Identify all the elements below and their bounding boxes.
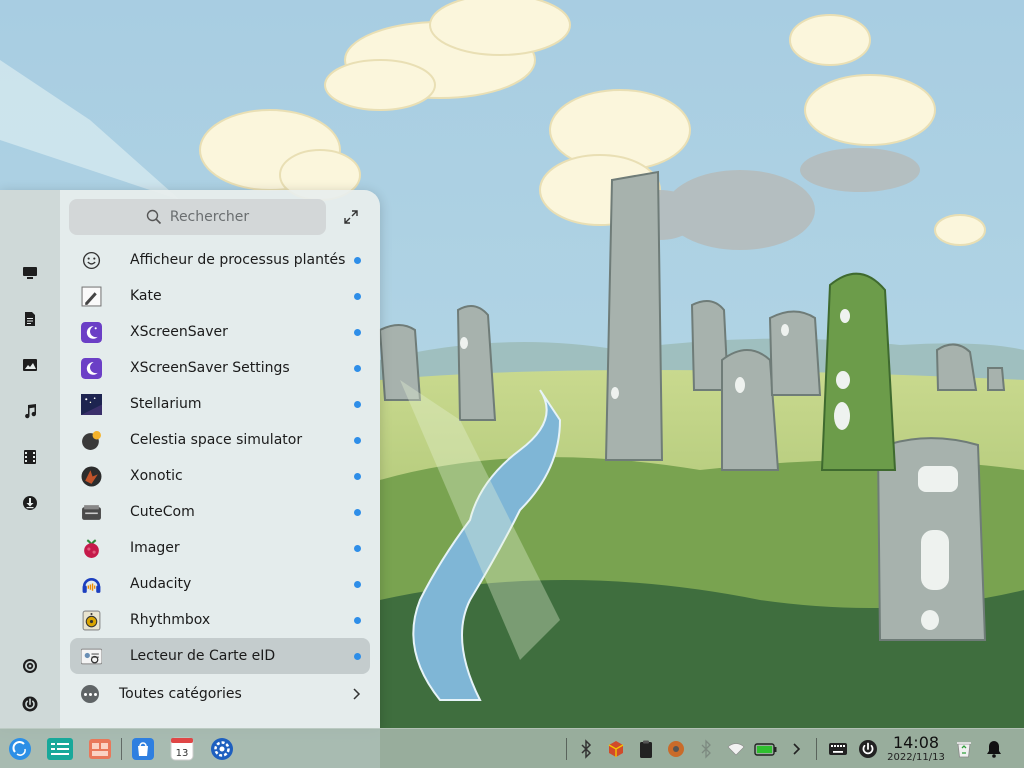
new-app-indicator (354, 365, 361, 372)
app-launcher-panel: Rechercher Afficheur de processus planté… (0, 190, 380, 728)
app-item-lecteur-carte-eid[interactable]: Lecteur de Carte eID (70, 638, 370, 674)
bluetooth-off-icon[interactable] (696, 739, 716, 759)
wifi-icon[interactable] (726, 739, 746, 759)
xscreensaver-settings-icon (81, 358, 102, 379)
computer-icon[interactable] (18, 261, 42, 285)
new-app-indicator (354, 473, 361, 480)
kate-editor-icon (81, 286, 102, 307)
downloads-icon[interactable] (18, 491, 42, 515)
trash-icon[interactable] (954, 739, 974, 759)
music-icon[interactable] (18, 399, 42, 423)
multitasking-view-icon[interactable] (47, 737, 73, 761)
launcher-sidebar (0, 190, 60, 728)
app-item-afficheur-processus-plantes[interactable]: Afficheur de processus plantés (70, 242, 370, 278)
new-app-indicator (354, 509, 361, 516)
file-manager-icon[interactable] (88, 737, 112, 761)
app-name: XScreenSaver Settings (130, 360, 290, 376)
app-item-stellarium[interactable]: Stellarium (70, 386, 370, 422)
app-name: Kate (130, 288, 162, 304)
pictures-icon[interactable] (18, 353, 42, 377)
cutecom-icon (81, 502, 102, 523)
app-item-audacity[interactable]: Audacity (70, 566, 370, 602)
raspberry-pi-imager-icon (81, 538, 102, 559)
drive-icon[interactable] (666, 739, 686, 759)
rhythmbox-icon (81, 610, 102, 631)
app-item-xonotic[interactable]: Xonotic (70, 458, 370, 494)
search-input[interactable]: Rechercher (69, 199, 326, 235)
all-categories-button[interactable]: Toutes catégories (70, 678, 370, 710)
app-item-xscreensaver[interactable]: XScreenSaver (70, 314, 370, 350)
clock[interactable]: 14:08 2022/11/13 (882, 734, 950, 764)
app-name: Afficheur de processus plantés (130, 252, 346, 268)
app-name: Audacity (130, 576, 192, 592)
stellarium-icon (81, 394, 102, 415)
more-dots-icon (81, 685, 99, 703)
new-app-indicator (354, 257, 361, 264)
new-app-indicator (354, 293, 361, 300)
new-app-indicator (354, 581, 361, 588)
documents-icon[interactable] (18, 307, 42, 331)
taskbar-separator (566, 738, 567, 760)
new-app-indicator (354, 545, 361, 552)
clipboard-icon[interactable] (636, 739, 656, 759)
expand-tray-icon[interactable] (786, 739, 806, 759)
all-categories-label: Toutes catégories (119, 686, 242, 702)
app-item-kate[interactable]: Kate (70, 278, 370, 314)
chevron-right-icon (353, 688, 361, 700)
app-store-icon[interactable] (131, 737, 155, 761)
calendar-day: 13 (176, 748, 189, 759)
celestia-icon (81, 430, 102, 451)
app-name: Imager (130, 540, 180, 556)
new-app-indicator (354, 653, 361, 660)
deepin-launcher-icon[interactable] (8, 737, 32, 761)
videos-icon[interactable] (18, 445, 42, 469)
xscreensaver-icon (81, 322, 102, 343)
xonotic-icon (81, 466, 102, 487)
taskbar: 13 14:08 2022/11/13 (0, 728, 1024, 768)
fullscreen-expand-icon[interactable] (342, 208, 360, 226)
keyboard-icon[interactable] (828, 739, 848, 759)
app-item-celestia[interactable]: Celestia space simulator (70, 422, 370, 458)
app-item-cutecom[interactable]: CuteCom (70, 494, 370, 530)
app-name: Xonotic (130, 468, 183, 484)
notification-bell-icon[interactable] (984, 739, 1004, 759)
clock-date: 2022/11/13 (887, 752, 945, 763)
smiley-face-icon (81, 250, 102, 271)
audacity-icon (81, 574, 102, 595)
taskbar-separator (816, 738, 817, 760)
app-item-rhythmbox[interactable]: Rhythmbox (70, 602, 370, 638)
new-app-indicator (354, 437, 361, 444)
new-app-indicator (354, 329, 361, 336)
clock-time: 14:08 (892, 733, 940, 752)
app-name: CuteCom (130, 504, 195, 520)
app-name: XScreenSaver (130, 324, 228, 340)
calendar-icon[interactable]: 13 (170, 737, 194, 761)
power-icon[interactable] (858, 739, 878, 759)
app-name: Rhythmbox (130, 612, 211, 628)
app-list: Afficheur de processus plantés Kate XScr… (70, 242, 370, 674)
taskbar-separator (121, 738, 122, 760)
new-app-indicator (354, 401, 361, 408)
app-item-xscreensaver-settings[interactable]: XScreenSaver Settings (70, 350, 370, 386)
app-item-imager[interactable]: Imager (70, 530, 370, 566)
app-name: Celestia space simulator (130, 432, 303, 448)
search-icon (146, 209, 161, 225)
search-placeholder: Rechercher (169, 209, 250, 225)
power-icon[interactable] (18, 692, 42, 716)
settings-icon[interactable] (18, 654, 42, 678)
app-name: Lecteur de Carte eID (130, 648, 276, 664)
eid-card-reader-icon (81, 646, 102, 667)
app-name: Stellarium (130, 396, 202, 412)
battery-icon[interactable] (754, 739, 778, 759)
package-icon[interactable] (606, 739, 626, 759)
control-center-icon[interactable] (210, 737, 234, 761)
new-app-indicator (354, 617, 361, 624)
bluetooth-icon[interactable] (576, 739, 596, 759)
